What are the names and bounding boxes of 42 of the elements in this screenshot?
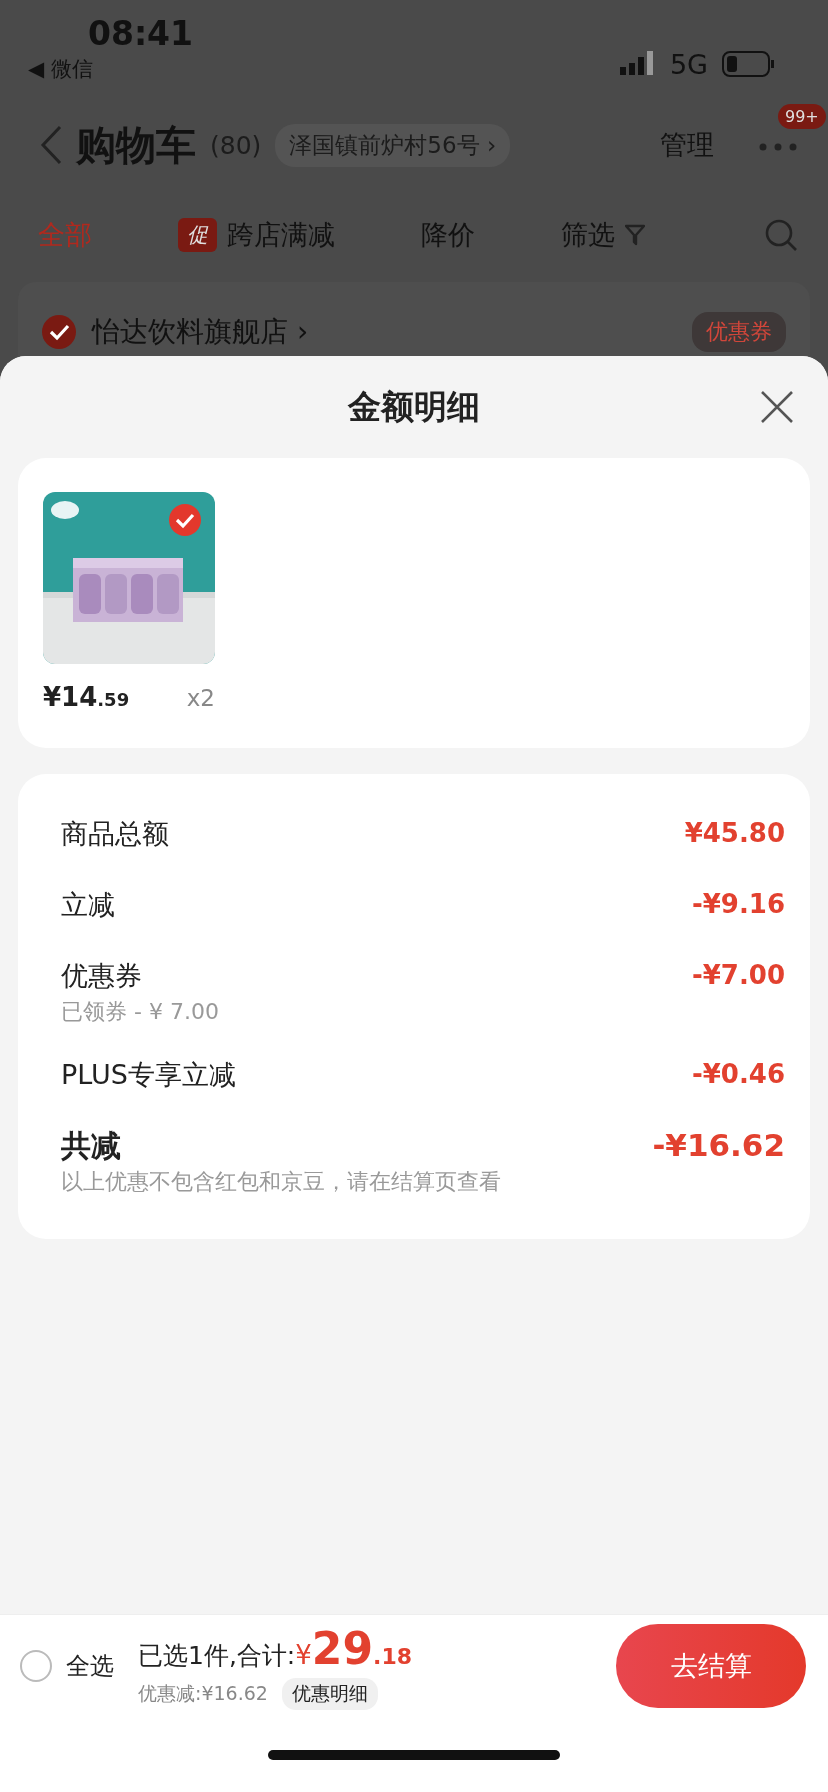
- item-price: ¥14.59: [43, 682, 130, 712]
- amount-note: 以上优惠不包含红包和京豆，请在结算页查看: [61, 1168, 502, 1196]
- back-icon[interactable]: [40, 125, 62, 165]
- more-icon[interactable]: [758, 142, 798, 152]
- amount-value: -¥9.16: [691, 888, 785, 921]
- amount-value: ¥45.80: [684, 817, 785, 850]
- status-time: 08:41: [88, 14, 194, 53]
- search-icon[interactable]: [764, 218, 798, 252]
- amount-label: PLUS专享立减: [61, 1058, 237, 1092]
- amount-note: 已领券 - ¥ 7.00: [61, 998, 220, 1026]
- store-name[interactable]: 怡达饮料旗舰店 ›: [92, 313, 309, 351]
- discount-text: 优惠减:¥16.62: [138, 1680, 268, 1706]
- signal-icon: [619, 51, 656, 77]
- selection-summary: 已选1件,合计:: [138, 1639, 296, 1672]
- coupon-tag[interactable]: 优惠券: [692, 312, 786, 352]
- amount-value: -¥0.46: [691, 1058, 785, 1091]
- discount-detail-button[interactable]: 优惠明细: [281, 1677, 378, 1710]
- sheet-title: 金额明细: [348, 385, 480, 428]
- item-quantity: x2: [186, 685, 215, 711]
- check-icon[interactable]: [169, 504, 201, 536]
- filter-tab[interactable]: 降价: [421, 217, 475, 253]
- manage-button[interactable]: 管理: [660, 127, 714, 163]
- filter-tab[interactable]: 全部: [38, 217, 92, 253]
- amount-label: 商品总额: [61, 817, 170, 851]
- promo-tag: 促: [178, 218, 217, 252]
- page-title: 购物车: [76, 120, 196, 170]
- filter-tab[interactable]: 筛选: [561, 217, 645, 253]
- checkout-button[interactable]: 去结算: [616, 1624, 806, 1708]
- back-to-app-link[interactable]: ◀ 微信: [28, 55, 194, 83]
- total-price: ¥29.18: [295, 1622, 413, 1674]
- select-all-label[interactable]: 全选: [66, 1650, 114, 1682]
- select-all-radio[interactable]: [20, 1650, 52, 1682]
- network-label: 5G: [669, 48, 708, 80]
- amount-label: 立减: [61, 888, 116, 922]
- address-pill[interactable]: 泽国镇前炉村56号 ›: [275, 123, 511, 167]
- battery-icon: [722, 51, 776, 77]
- close-icon[interactable]: [760, 390, 794, 424]
- notification-badge: 99+: [778, 104, 826, 129]
- filter-tab[interactable]: 促 跨店满减: [178, 217, 335, 253]
- check-icon[interactable]: [42, 315, 76, 349]
- amount-value: -¥7.00: [691, 959, 785, 992]
- amount-value: -¥16.62: [652, 1126, 785, 1165]
